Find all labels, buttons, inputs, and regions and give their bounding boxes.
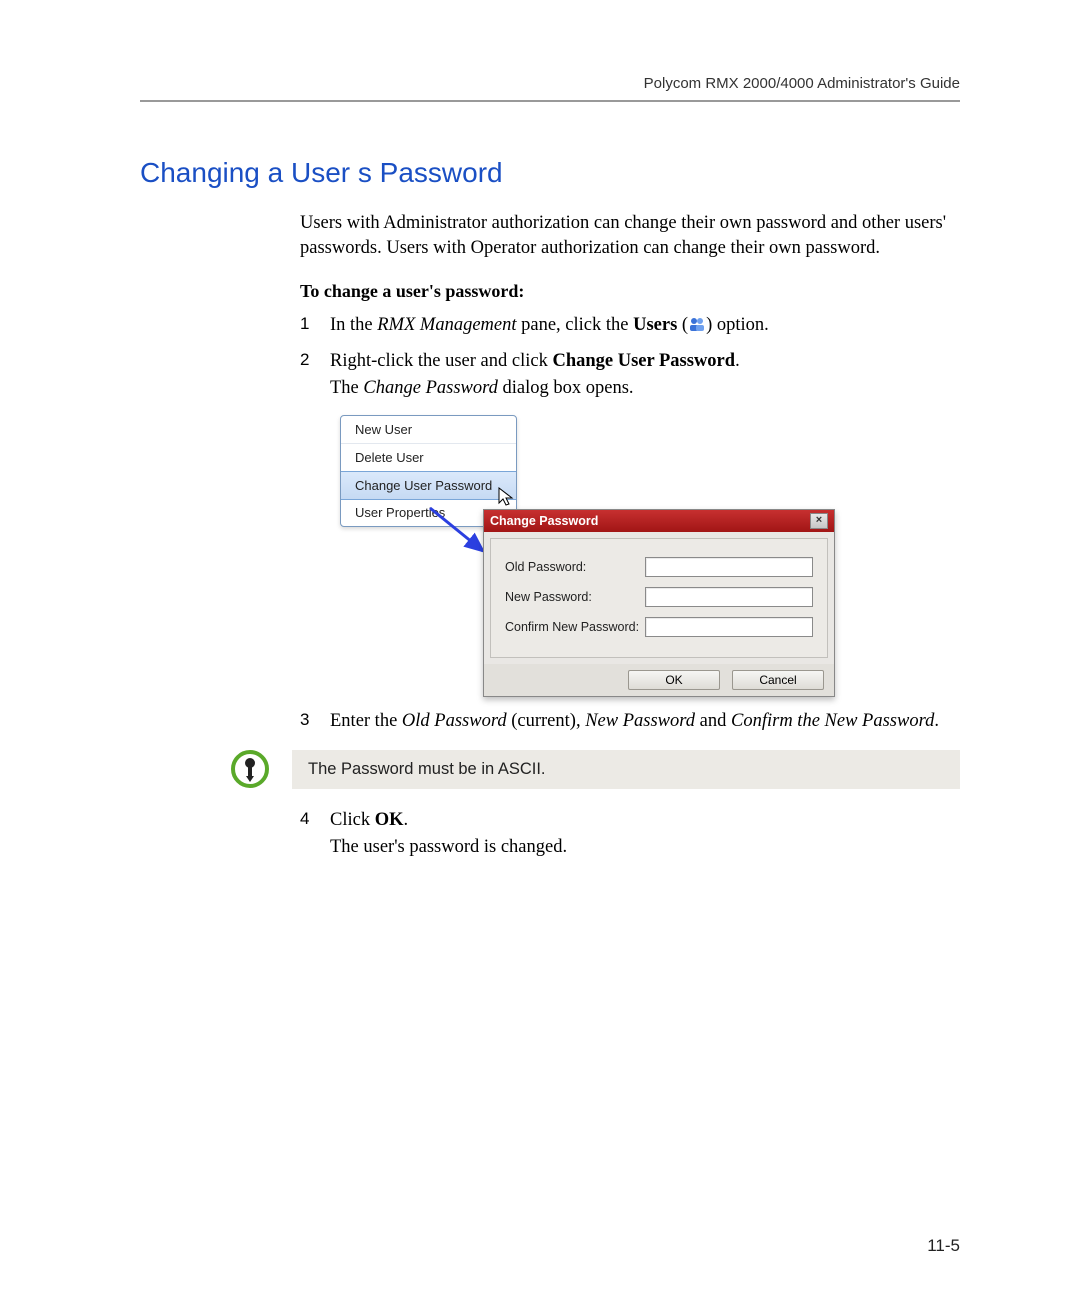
label-old-password: Old Password: <box>505 560 645 574</box>
users-icon <box>688 315 706 342</box>
note-text: The Password must be in ASCII. <box>292 750 960 789</box>
step-number: 2 <box>300 348 330 402</box>
step-2: 2 Right-click the user and click Change … <box>300 348 960 402</box>
text-italic: New Password <box>585 711 695 731</box>
context-menu-item-new-user[interactable]: New User <box>341 416 516 444</box>
text-italic: Confirm the New Password <box>731 711 934 731</box>
text: and <box>695 711 731 731</box>
text: dialog box opens. <box>498 378 634 398</box>
intro-paragraph: Users with Administrator authorization c… <box>300 211 960 261</box>
text-italic: Old Password <box>402 711 507 731</box>
text: . <box>934 711 939 731</box>
text: ( <box>677 315 688 335</box>
step-number: 3 <box>300 708 330 735</box>
figure-context-menu-dialog: New User Delete User Change User Passwor… <box>340 415 960 690</box>
confirm-password-field[interactable] <box>645 617 813 637</box>
context-menu-item-delete-user[interactable]: Delete User <box>341 444 516 472</box>
pin-icon <box>230 749 270 789</box>
old-password-field[interactable] <box>645 557 813 577</box>
text: The user's password is changed. <box>330 837 567 857</box>
ok-button[interactable]: OK <box>628 670 720 690</box>
step-number: 1 <box>300 312 330 342</box>
text: . <box>404 810 409 830</box>
text: pane, click the <box>517 315 634 335</box>
text-bold: OK <box>375 810 404 830</box>
text: . <box>735 351 740 371</box>
step-number: 4 <box>300 807 330 861</box>
text-bold: Users <box>633 315 677 335</box>
text: (current), <box>507 711 586 731</box>
step-4: 4 Click OK. The user's password is chang… <box>300 807 960 861</box>
page-title: Changing a User s Password <box>140 157 960 189</box>
text: ) option. <box>706 315 769 335</box>
text: Click <box>330 810 375 830</box>
note-callout: The Password must be in ASCII. <box>230 749 960 789</box>
page-number: 11-5 <box>927 1236 960 1256</box>
context-menu-item-change-user-password[interactable]: Change User Password <box>340 471 517 500</box>
cancel-button[interactable]: Cancel <box>732 670 824 690</box>
dialog-titlebar: Change Password × <box>484 510 834 532</box>
text-italic: RMX Management <box>377 315 516 335</box>
close-icon[interactable]: × <box>810 513 828 529</box>
change-password-dialog: Change Password × Old Password: New Pass… <box>483 509 835 697</box>
text: In the <box>330 315 377 335</box>
header-guide-title: Polycom RMX 2000/4000 Administrator's Gu… <box>140 75 960 102</box>
text: Enter the <box>330 711 402 731</box>
label-new-password: New Password: <box>505 590 645 604</box>
dialog-title-text: Change Password <box>490 514 598 528</box>
label-confirm-password: Confirm New Password: <box>505 620 645 634</box>
text: Right-click the user and click <box>330 351 552 371</box>
new-password-field[interactable] <box>645 587 813 607</box>
text: The <box>330 378 363 398</box>
step-1: 1 In the RMX Management pane, click the … <box>300 312 960 342</box>
step-3: 3 Enter the Old Password (current), New … <box>300 708 960 735</box>
text-italic: Change Password <box>363 378 497 398</box>
procedure-heading: To change a user's password: <box>300 281 960 302</box>
text-bold: Change User Password <box>552 351 735 371</box>
